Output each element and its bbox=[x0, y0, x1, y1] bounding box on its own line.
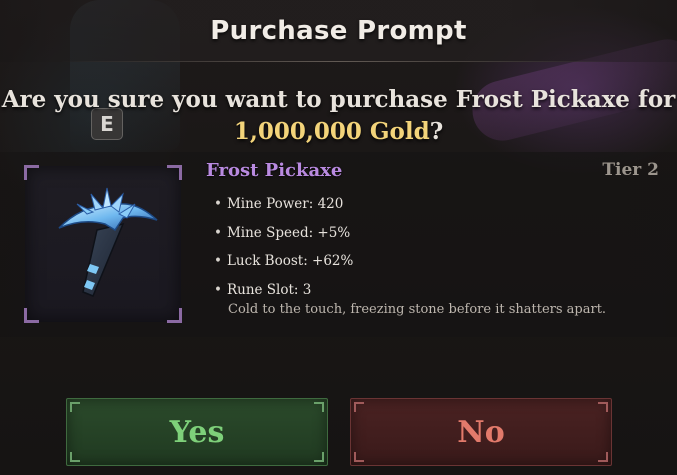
item-name: Frost Pickaxe bbox=[206, 160, 343, 181]
yes-button-label: Yes bbox=[169, 414, 225, 450]
item-stats-list: Mine Power: 420 Mine Speed: +5% Luck Boo… bbox=[214, 190, 353, 305]
frame-corner bbox=[24, 165, 39, 180]
item-icon-frame bbox=[24, 165, 182, 323]
button-corner bbox=[354, 402, 364, 412]
question-mark: ? bbox=[429, 118, 444, 145]
ice-spike bbox=[102, 187, 112, 209]
button-corner bbox=[598, 452, 608, 462]
pickaxe-head bbox=[58, 203, 158, 232]
frame-corner bbox=[167, 165, 182, 180]
frame-corner bbox=[167, 308, 182, 323]
title-bar: Purchase Prompt bbox=[0, 0, 677, 62]
button-corner bbox=[354, 452, 364, 462]
question-text: Are you sure you want to purchase Frost … bbox=[1, 86, 676, 113]
stat-mine-power: Mine Power: 420 bbox=[214, 190, 353, 219]
frost-pickaxe-icon bbox=[58, 187, 158, 297]
item-tier: Tier 2 bbox=[602, 160, 659, 180]
yes-button[interactable]: Yes bbox=[66, 398, 328, 466]
no-button-label: No bbox=[457, 414, 505, 450]
dialog-title: Purchase Prompt bbox=[210, 16, 467, 46]
no-button[interactable]: No bbox=[350, 398, 612, 466]
purchase-question: Are you sure you want to purchase Frost … bbox=[0, 84, 677, 148]
stat-luck-boost: Luck Boost: +62% bbox=[214, 247, 353, 276]
stat-mine-speed: Mine Speed: +5% bbox=[214, 219, 353, 248]
button-corner bbox=[70, 452, 80, 462]
title-divider bbox=[60, 61, 617, 62]
price-text: 1,000,000 Gold bbox=[233, 118, 430, 145]
button-corner bbox=[598, 402, 608, 412]
item-flavor-text: Cold to the touch, freezing stone before… bbox=[228, 302, 607, 317]
button-corner bbox=[70, 402, 80, 412]
button-corner bbox=[314, 452, 324, 462]
game-scene: Purchase Prompt E Are you sure you want … bbox=[0, 0, 677, 475]
frame-corner bbox=[24, 308, 39, 323]
button-corner bbox=[314, 402, 324, 412]
stat-rune-slot: Rune Slot: 3 bbox=[214, 276, 353, 305]
